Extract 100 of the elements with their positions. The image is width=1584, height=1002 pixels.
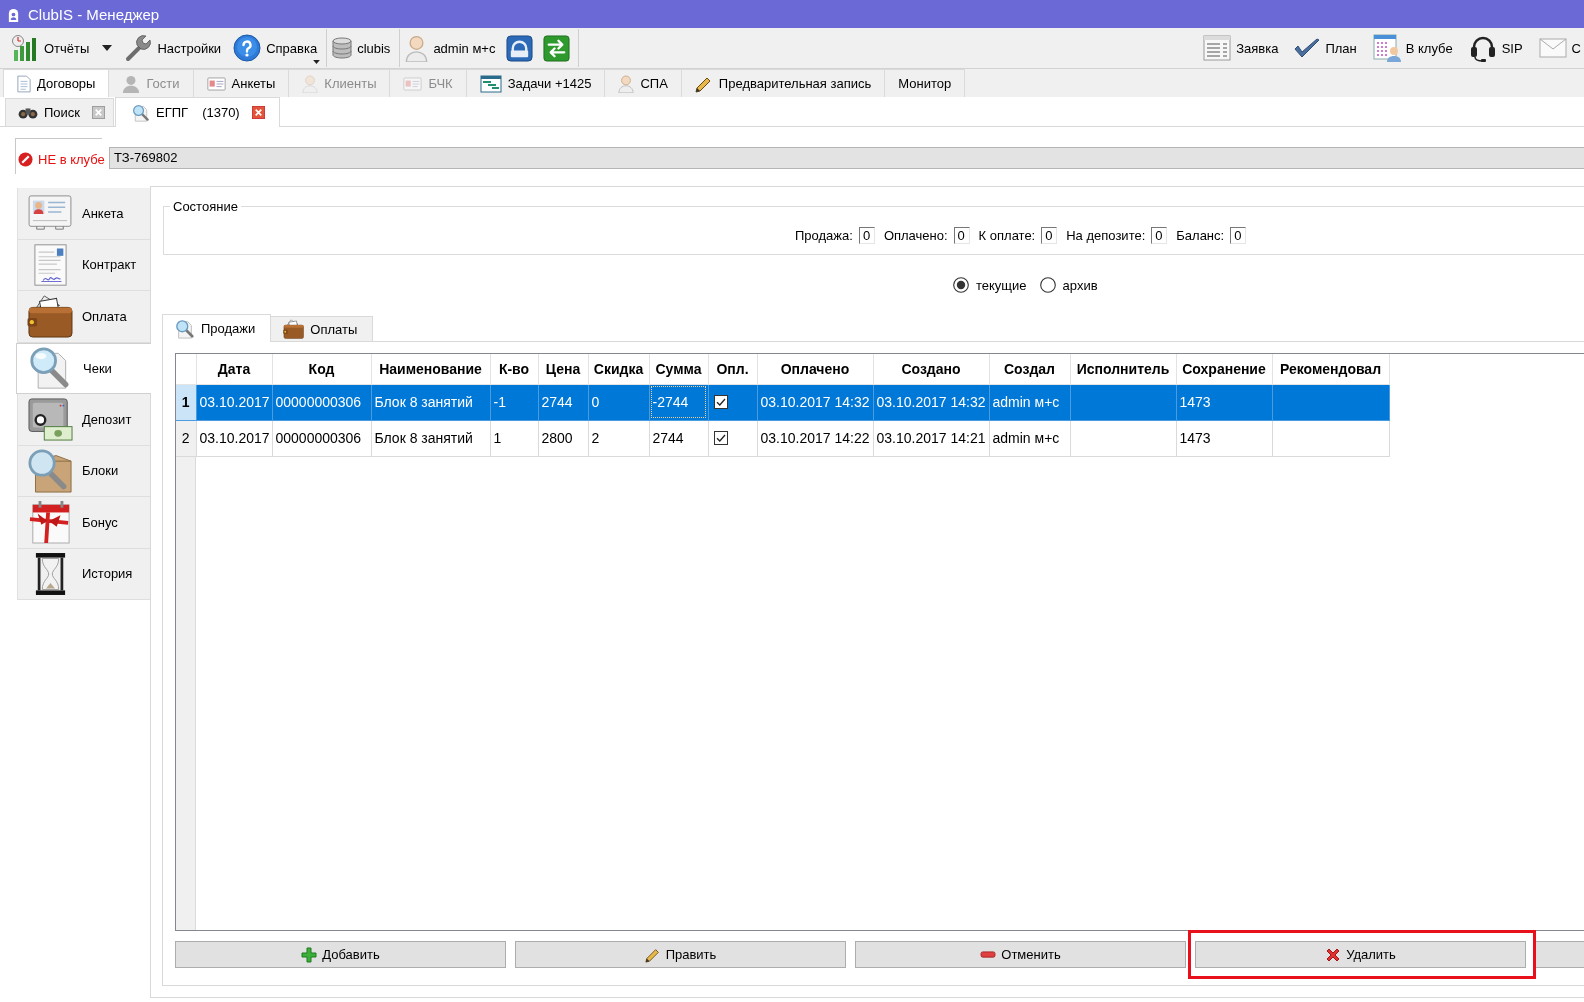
sidebar-item[interactable]: Оплата: [18, 291, 150, 343]
toolbar-button[interactable]: В клубе: [1369, 31, 1456, 65]
person-icon: [618, 74, 635, 93]
checkbox[interactable]: [713, 431, 728, 445]
table-row[interactable]: 2 03.10.2017 00000000306 Блок 8 занятий 1 2800 2 2744 03.10.2017 14:22 03.10.2017 14:21 admin м+с 1473: [176, 420, 1389, 456]
swap-arrows-icon[interactable]: [543, 34, 571, 62]
column-header[interactable]: Опл.: [708, 354, 757, 384]
caret-icon: [102, 45, 113, 51]
column-header[interactable]: Оплачено: [757, 354, 873, 384]
sidebar-item[interactable]: Депозит: [18, 394, 150, 446]
gantt-chart-icon: [479, 74, 502, 93]
tab[interactable]: Поиск: [5, 98, 115, 126]
toolbar-button[interactable]: Настройки: [121, 31, 225, 65]
person-icon: [405, 34, 429, 62]
field-label: Продажа:: [795, 227, 853, 243]
status-label: НЕ в клубе: [38, 151, 105, 167]
database-icon: [332, 37, 353, 59]
tab[interactable]: Оплаты: [270, 316, 374, 341]
table-cell: 03.10.2017: [196, 384, 272, 420]
table-cell: 0: [588, 384, 649, 420]
column-header[interactable]: Наименование: [371, 354, 490, 384]
table-cell: 1: [490, 420, 538, 456]
value-field: 0: [953, 226, 970, 244]
sidebar-item[interactable]: Чеки: [16, 342, 151, 394]
wrench-icon: [124, 34, 153, 62]
radio-label: архив: [1062, 277, 1098, 293]
table-cell: 03.10.2017 14:22: [757, 420, 873, 456]
sidebar-item[interactable]: Контракт: [18, 239, 150, 291]
column-header[interactable]: Исполнитель: [1070, 354, 1176, 384]
magnifier-icon: [132, 103, 151, 122]
column-header[interactable]: К-во: [490, 354, 538, 384]
table-cell: 1473: [1176, 384, 1272, 420]
sidebar-item[interactable]: История: [18, 548, 150, 600]
radio-label: текущие: [976, 277, 1027, 293]
table-cell: 2744: [649, 420, 708, 456]
user-badge-icon: [7, 6, 20, 22]
magnifier-icon: [175, 318, 195, 339]
column-header[interactable]: Создал: [989, 354, 1070, 384]
tab[interactable]: ЕГПГ (1370): [115, 97, 280, 127]
row-header[interactable]: 1: [176, 384, 196, 420]
column-header[interactable]: Цена: [538, 354, 588, 384]
value-field: 0: [1230, 226, 1247, 244]
envelope-icon: [1538, 38, 1567, 58]
column-header[interactable]: Создано: [873, 354, 989, 384]
binoculars-icon: [18, 106, 38, 119]
contact-list-icon: [1372, 34, 1401, 62]
bar-chart-icon: [11, 34, 39, 62]
toolbar-button[interactable]: clubis: [329, 31, 394, 65]
table-row[interactable]: 1 03.10.2017 00000000306 Блок 8 занятий -1 2744 0 -2744 03.10.2017 14:32 03.10.2017 14:32 admin м+с 1473: [176, 384, 1389, 420]
tab[interactable]: Продажи: [162, 314, 272, 342]
id-card-icon: [27, 194, 73, 233]
sidebar-item[interactable]: Блоки: [18, 445, 150, 497]
close-icon[interactable]: [251, 106, 265, 119]
lock-icon[interactable]: [506, 34, 534, 62]
sidebar-item[interactable]: Анкета: [18, 188, 150, 240]
column-header[interactable]: Дата: [196, 354, 272, 384]
table-cell: 2800: [538, 420, 588, 456]
cross-icon: [1325, 946, 1342, 963]
action-button[interactable]: Отменить: [855, 941, 1186, 968]
sidebar-item[interactable]: Бонус: [18, 497, 150, 549]
table-cell: 00000000306: [272, 384, 371, 420]
table-cell: 2: [588, 420, 649, 456]
radio-button[interactable]: [953, 277, 969, 293]
radio-button[interactable]: [1039, 277, 1056, 293]
column-header[interactable]: Сохранение: [1176, 354, 1272, 384]
dropdown-button[interactable]: Отчёты: [8, 31, 116, 65]
id-card-icon: [206, 76, 226, 91]
tab[interactable]: Монитор: [884, 69, 966, 97]
dropdown-button[interactable]: Справка: [230, 31, 321, 65]
tab[interactable]: Договоры: [3, 69, 110, 97]
toolbar-button[interactable]: Заявка: [1200, 31, 1282, 65]
wallet-icon: [27, 294, 73, 339]
table-cell: Блок 8 занятий: [371, 420, 490, 456]
column-header[interactable]: Рекомендовал: [1272, 354, 1389, 384]
toolbar-button[interactable]: admin м+с: [402, 31, 499, 65]
toolbar-button[interactable]: SIP: [1465, 31, 1526, 65]
checkmark-icon: [1294, 38, 1321, 58]
card-number-field[interactable]: ТЗ-769802: [109, 147, 1584, 169]
column-header[interactable]: Скидка: [588, 354, 649, 384]
document-icon: [17, 74, 31, 93]
row-header[interactable]: 2: [176, 420, 196, 456]
close-icon[interactable]: [92, 106, 106, 119]
table-cell: -2744: [649, 384, 708, 420]
table-cell: Блок 8 занятий: [371, 384, 490, 420]
value-field: 0: [1041, 226, 1058, 244]
checkbox[interactable]: [713, 395, 728, 409]
action-button[interactable]: Удалить: [1195, 941, 1526, 968]
toolbar-button[interactable]: С: [1535, 31, 1584, 65]
column-header[interactable]: Код: [272, 354, 371, 384]
person-icon: [122, 74, 141, 93]
headset-icon: [1468, 34, 1497, 62]
safe-icon: [27, 397, 73, 442]
column-header[interactable]: Сумма: [649, 354, 708, 384]
table-cell: -1: [490, 384, 538, 420]
window-title: ClubIS - Менеджер: [28, 5, 160, 23]
field-label: Баланс:: [1176, 227, 1225, 243]
action-button[interactable]: Добавить: [175, 941, 506, 968]
toolbar-button[interactable]: План: [1291, 31, 1360, 65]
action-button[interactable]: Править: [515, 941, 846, 968]
table-cell: 03.10.2017 14:21: [873, 420, 989, 456]
